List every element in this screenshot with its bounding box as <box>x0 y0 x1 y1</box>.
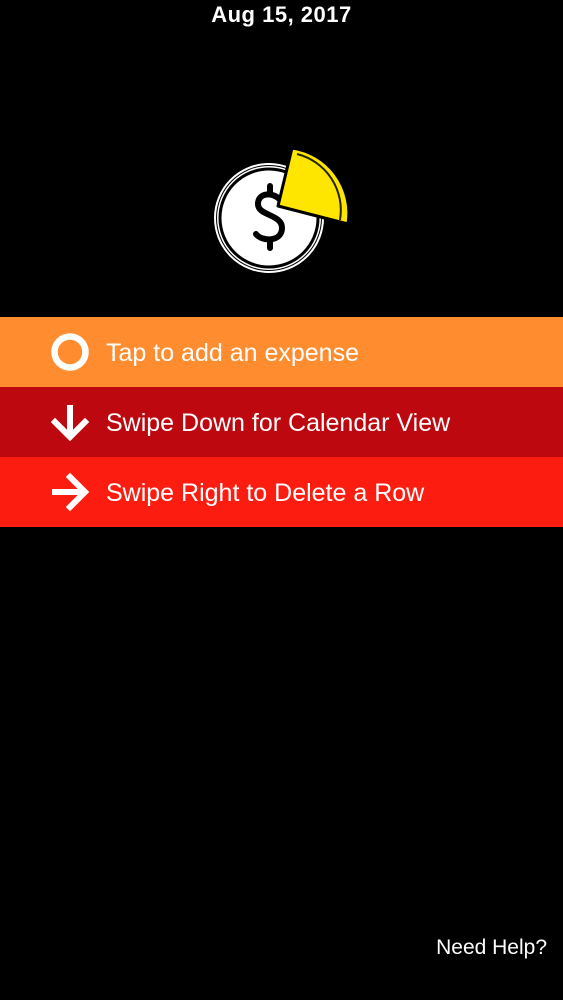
arrow-right-icon <box>49 472 91 512</box>
arrow-down-icon <box>49 403 91 442</box>
delete-row-row[interactable]: Swipe Right to Delete a Row <box>0 457 563 527</box>
coin-pie-icon <box>212 144 352 280</box>
add-expense-label: Tap to add an expense <box>106 339 359 367</box>
calendar-view-row[interactable]: Swipe Down for Calendar View <box>0 387 563 457</box>
delete-row-label: Swipe Right to Delete a Row <box>106 479 425 507</box>
date-header: Aug 15, 2017 <box>211 2 352 27</box>
need-help-link[interactable]: Need Help? <box>436 936 547 960</box>
onboarding-list: Tap to add an expense Swipe Down for Cal… <box>0 317 563 527</box>
circle-icon <box>49 333 91 371</box>
add-expense-row[interactable]: Tap to add an expense <box>0 317 563 387</box>
calendar-view-label: Swipe Down for Calendar View <box>106 409 451 437</box>
